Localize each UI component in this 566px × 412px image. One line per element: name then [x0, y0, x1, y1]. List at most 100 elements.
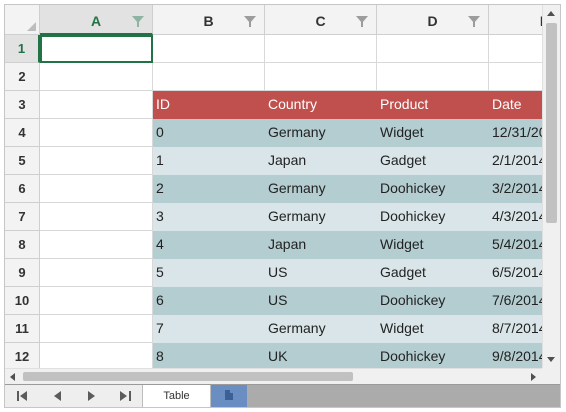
- cell-b2[interactable]: [153, 63, 265, 91]
- table-cell[interactable]: Doohickey: [377, 343, 489, 368]
- table-cell[interactable]: 6: [153, 287, 265, 315]
- table-header-cell[interactable]: ID: [153, 91, 265, 119]
- row-header-11[interactable]: 11: [5, 315, 40, 343]
- table-cell[interactable]: 4: [153, 231, 265, 259]
- scroll-right-arrow-icon[interactable]: [531, 373, 536, 381]
- cell-a7[interactable]: [40, 203, 153, 231]
- table-cell[interactable]: 0: [153, 119, 265, 147]
- row-header-10[interactable]: 10: [5, 287, 40, 315]
- cell-a9[interactable]: [40, 259, 153, 287]
- table-cell[interactable]: Germany: [265, 119, 377, 147]
- scroll-left-arrow-icon[interactable]: [10, 373, 15, 381]
- row-header-7[interactable]: 7: [5, 203, 40, 231]
- table-cell[interactable]: US: [265, 259, 377, 287]
- row-header-3[interactable]: 3: [5, 91, 40, 119]
- cell-a5[interactable]: [40, 147, 153, 175]
- vertical-scrollbar[interactable]: [542, 5, 560, 368]
- cell-c1[interactable]: [265, 35, 377, 63]
- row-header-12[interactable]: 12: [5, 343, 40, 368]
- sheet-tab-table[interactable]: Table: [143, 385, 211, 407]
- table-cell[interactable]: Doohickey: [377, 203, 489, 231]
- cell-c2[interactable]: [265, 63, 377, 91]
- cell-a8[interactable]: [40, 231, 153, 259]
- table-cell[interactable]: Japan: [265, 147, 377, 175]
- table-cell[interactable]: UK: [265, 343, 377, 368]
- table-cell[interactable]: 9/8/2014: [489, 343, 542, 368]
- table-cell[interactable]: Widget: [377, 231, 489, 259]
- column-header-c[interactable]: C: [265, 5, 377, 35]
- row-header-9[interactable]: 9: [5, 259, 40, 287]
- cell-b1[interactable]: [153, 35, 265, 63]
- table-cell[interactable]: Gadget: [377, 259, 489, 287]
- table-cell[interactable]: 5/4/2014: [489, 231, 542, 259]
- cell-a11[interactable]: [40, 315, 153, 343]
- table-cell[interactable]: 7: [153, 315, 265, 343]
- table-cell[interactable]: 2/1/2014: [489, 147, 542, 175]
- cell-a12[interactable]: [40, 343, 153, 368]
- table-cell[interactable]: Germany: [265, 203, 377, 231]
- scroll-down-arrow-icon[interactable]: [547, 357, 555, 362]
- next-sheet-icon[interactable]: [85, 390, 97, 402]
- filter-dropdown-icon[interactable]: [244, 16, 256, 27]
- table-header-cell[interactable]: Date: [489, 91, 542, 119]
- cell-a6[interactable]: [40, 175, 153, 203]
- table-header-cell[interactable]: Product: [377, 91, 489, 119]
- table-cell[interactable]: 12/31/20: [489, 119, 542, 147]
- table-cell[interactable]: 8: [153, 343, 265, 368]
- table-cell[interactable]: Japan: [265, 231, 377, 259]
- cell-d2[interactable]: [377, 63, 489, 91]
- filter-dropdown-icon[interactable]: [132, 16, 144, 27]
- filter-dropdown-icon[interactable]: [356, 16, 368, 27]
- table-cell[interactable]: 3/2/2014: [489, 175, 542, 203]
- cell-a2[interactable]: [40, 63, 153, 91]
- vertical-scroll-thumb[interactable]: [546, 23, 557, 223]
- table-cell[interactable]: 2: [153, 175, 265, 203]
- table-cell[interactable]: 6/5/2014: [489, 259, 542, 287]
- table-cell[interactable]: 1: [153, 147, 265, 175]
- row-header-6[interactable]: 6: [5, 175, 40, 203]
- previous-sheet-icon[interactable]: [51, 390, 63, 402]
- table-cell[interactable]: US: [265, 287, 377, 315]
- last-sheet-icon[interactable]: [119, 390, 131, 402]
- table-cell[interactable]: 3: [153, 203, 265, 231]
- table-cell[interactable]: Doohickey: [377, 175, 489, 203]
- cell-a1[interactable]: [40, 35, 153, 63]
- column-header-a[interactable]: A: [40, 5, 153, 35]
- add-sheet-icon: [225, 390, 233, 400]
- table-cell[interactable]: Doohickey: [377, 287, 489, 315]
- table-cell[interactable]: 7/6/2014: [489, 287, 542, 315]
- row-header-1[interactable]: 1: [5, 35, 40, 63]
- scrollbar-corner: [542, 368, 560, 384]
- filter-dropdown-icon[interactable]: [468, 16, 480, 27]
- table-cell[interactable]: Germany: [265, 175, 377, 203]
- row-header-2[interactable]: 2: [5, 63, 40, 91]
- column-header-e[interactable]: E: [489, 5, 542, 35]
- first-sheet-icon[interactable]: [17, 390, 29, 402]
- select-all-corner[interactable]: [5, 5, 40, 35]
- scroll-up-arrow-icon[interactable]: [547, 11, 555, 16]
- table-header-cell[interactable]: Country: [265, 91, 377, 119]
- table-cell[interactable]: 8/7/2014: [489, 315, 542, 343]
- cell-e1[interactable]: [489, 35, 542, 63]
- spreadsheet: ABCDE123IDCountryProductDate40GermanyWid…: [4, 4, 561, 408]
- cell-a4[interactable]: [40, 119, 153, 147]
- table-cell[interactable]: Germany: [265, 315, 377, 343]
- table-cell[interactable]: Gadget: [377, 147, 489, 175]
- cell-e2[interactable]: [489, 63, 542, 91]
- table-cell[interactable]: Widget: [377, 315, 489, 343]
- table-cell[interactable]: 4/3/2014: [489, 203, 542, 231]
- column-header-b[interactable]: B: [153, 5, 265, 35]
- horizontal-scroll-thumb[interactable]: [23, 372, 353, 381]
- cell-d1[interactable]: [377, 35, 489, 63]
- table-cell[interactable]: 5: [153, 259, 265, 287]
- row-header-8[interactable]: 8: [5, 231, 40, 259]
- cell-a3[interactable]: [40, 91, 153, 119]
- cell-a10[interactable]: [40, 287, 153, 315]
- column-header-d[interactable]: D: [377, 5, 489, 35]
- table-cell[interactable]: Widget: [377, 119, 489, 147]
- row-header-5[interactable]: 5: [5, 147, 40, 175]
- row-header-4[interactable]: 4: [5, 119, 40, 147]
- sheet-navigation: [5, 385, 143, 407]
- add-sheet-button[interactable]: [211, 385, 247, 407]
- horizontal-scrollbar[interactable]: [5, 368, 542, 384]
